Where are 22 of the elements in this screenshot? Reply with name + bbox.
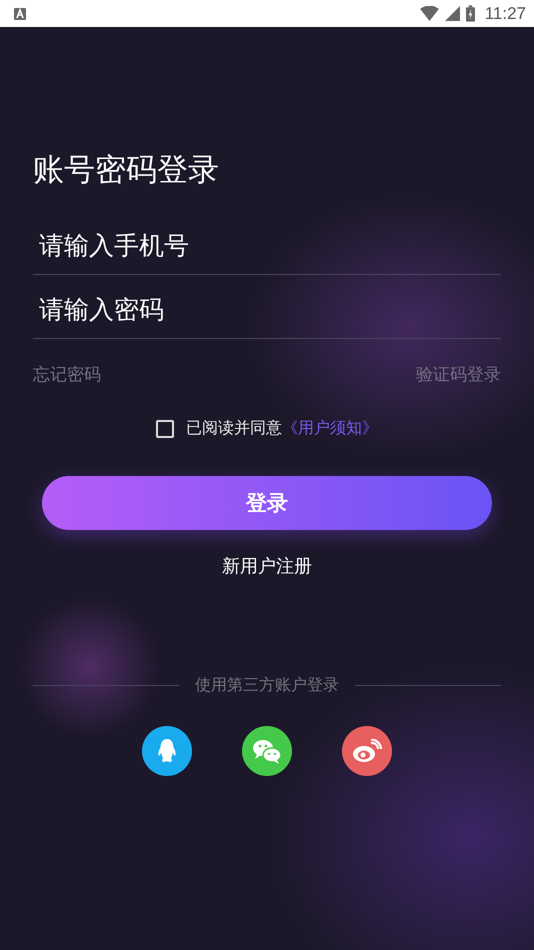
terms-link[interactable]: 《用户须知》	[282, 418, 378, 439]
text-link[interactable]: 验证码登录	[416, 363, 501, 386]
agreement-text: 已阅读并同意	[186, 418, 282, 439]
login-button[interactable]: 登录	[42, 476, 492, 530]
wifi-icon	[420, 6, 439, 21]
text-link[interactable]: 忘记密码	[33, 363, 101, 386]
chat-bubbles-icon	[252, 738, 282, 764]
register-link[interactable]: 新用户注册	[222, 554, 312, 578]
battery-icon	[466, 5, 475, 22]
social-login-button[interactable]	[142, 726, 192, 776]
social-login-button[interactable]	[342, 726, 392, 776]
agreement-checkbox[interactable]	[156, 420, 174, 438]
phone-input-field[interactable]: 请输入手机号	[33, 211, 501, 275]
notification-icon	[14, 8, 26, 20]
social-login-button[interactable]	[242, 726, 292, 776]
signal-icon	[444, 6, 460, 21]
page-title: 账号密码登录	[33, 151, 220, 190]
penguin-icon	[156, 738, 178, 764]
clock-time: 11:27	[484, 4, 526, 24]
third-party-login-label: 使用第三方账户登录	[195, 675, 339, 696]
password-input-field[interactable]: 请输入密码	[33, 275, 501, 339]
swirl-eye-icon	[352, 739, 382, 763]
